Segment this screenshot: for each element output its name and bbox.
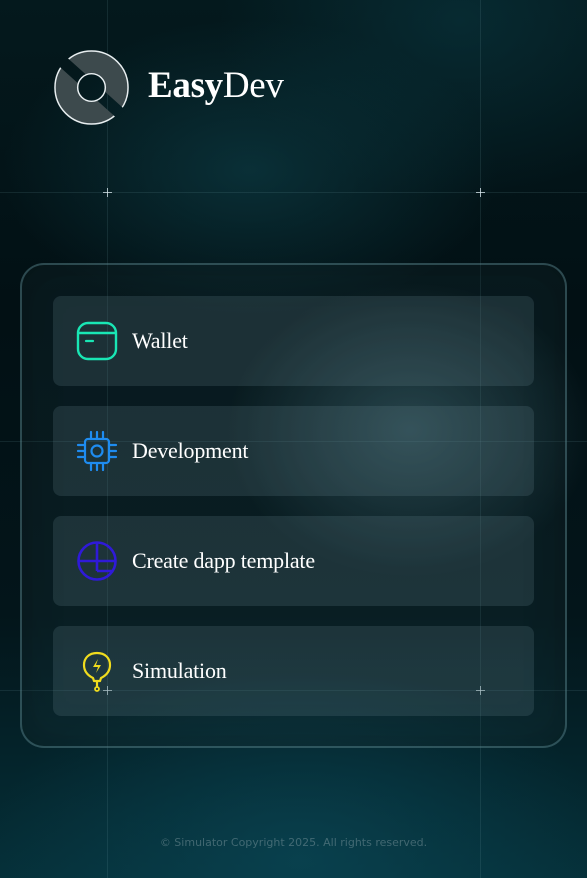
menu-item-label: Development — [132, 438, 249, 463]
ring-logo-icon — [54, 50, 129, 125]
app-title-light: Dev — [222, 65, 284, 106]
sparkle-icon — [476, 188, 485, 197]
menu-item-label: Create dapp template — [132, 548, 315, 573]
app-title: EasyDev — [148, 67, 284, 104]
grid-line-horizontal — [0, 192, 587, 193]
menu-panel: Wallet Development Create dapp template … — [20, 263, 567, 748]
sparkle-icon — [103, 188, 112, 197]
menu-item-create-dapp-template[interactable]: Create dapp template — [53, 516, 534, 606]
template-grid-icon — [75, 539, 119, 583]
wallet-icon — [75, 319, 119, 363]
chip-icon — [75, 429, 119, 473]
copyright-footer: © Simulator Copyright 2025. All rights r… — [159, 836, 428, 849]
menu-item-wallet[interactable]: Wallet — [53, 296, 534, 386]
menu-item-label: Simulation — [132, 658, 227, 683]
app-title-bold: Easy — [148, 65, 223, 106]
menu-item-label: Wallet — [132, 328, 188, 353]
brand-header: EasyDev — [53, 49, 284, 126]
lightning-bulb-icon — [75, 649, 119, 693]
menu-item-simulation[interactable]: Simulation — [53, 626, 534, 716]
menu-item-development[interactable]: Development — [53, 406, 534, 496]
